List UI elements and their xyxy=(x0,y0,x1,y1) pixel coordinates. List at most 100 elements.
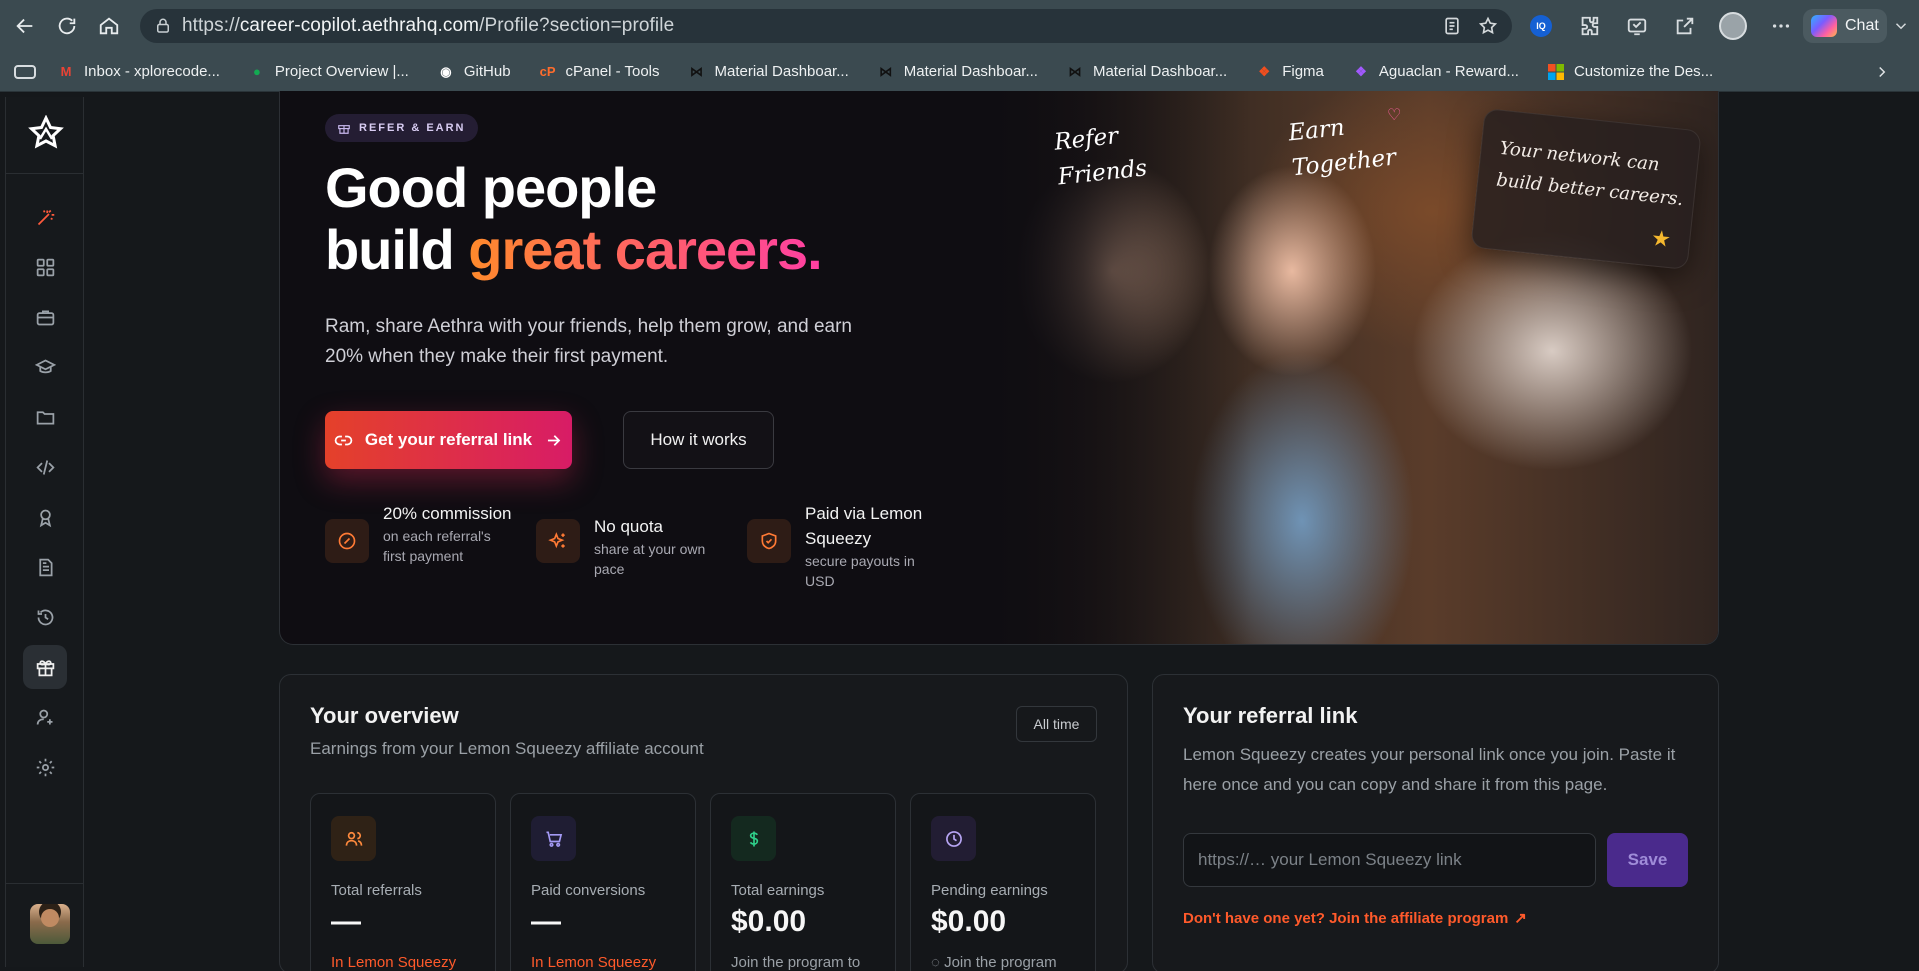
stat-label: Pending earnings xyxy=(931,882,1048,899)
extensions-button[interactable] xyxy=(1572,9,1606,43)
address-bar[interactable]: https://career-copilot.aethrahq.com/Prof… xyxy=(140,9,1512,43)
bookmark-item[interactable]: ❖ Figma xyxy=(1254,63,1324,81)
sidebar-item-certificates[interactable] xyxy=(23,495,67,539)
referral-link-card: Your referral link Lemon Squeezy creates… xyxy=(1152,674,1719,971)
site-info-icon[interactable] xyxy=(154,17,172,35)
favorite-star-icon[interactable] xyxy=(1478,16,1498,36)
refer-hero: Refer Friends Earn Together ♡ Your network… xyxy=(279,91,1719,645)
sidebar-item-resume[interactable] xyxy=(23,545,67,589)
feature-title: 20% commission xyxy=(383,504,512,523)
url-path: /Profile?section=profile xyxy=(479,15,675,36)
aethra-logo-icon[interactable] xyxy=(28,115,64,151)
bookmark-item[interactable]: ◉ GitHub xyxy=(436,63,511,81)
referral-subtitle: Lemon Squeezy creates your personal link… xyxy=(1183,745,1676,794)
extension-button[interactable]: IQ xyxy=(1524,9,1558,43)
history-icon xyxy=(37,609,53,625)
bookmark-item[interactable]: ⋈ Material Dashboar... xyxy=(1065,63,1227,81)
join-affiliate-link[interactable]: Don't have one yet? Join the affiliate p… xyxy=(1183,909,1527,928)
bookmark-item[interactable]: ❖ Aguaclan - Reward... xyxy=(1351,63,1519,81)
referral-link-input[interactable] xyxy=(1198,850,1595,870)
time-range-label: All time xyxy=(1033,716,1080,732)
reload-button[interactable] xyxy=(50,9,84,43)
bookmarks-toggle-icon[interactable] xyxy=(14,64,36,79)
refer-earn-badge: REFER & EARN xyxy=(325,114,478,142)
app-viewport: Refer Friends Earn Together ♡ Your network… xyxy=(0,91,1919,971)
reader-mode-icon[interactable] xyxy=(1442,16,1462,36)
sidebar-item-code[interactable] xyxy=(23,445,67,489)
sidebar-item-account[interactable] xyxy=(23,695,67,739)
badge-label: REFER & EARN xyxy=(359,122,466,134)
feature-desc: secure payouts in USD xyxy=(805,553,915,589)
sidebar-item-history[interactable] xyxy=(23,595,67,639)
heart-icon: ♡ xyxy=(1387,107,1402,124)
time-range-select[interactable]: All time xyxy=(1016,706,1097,742)
chevron-down-icon[interactable] xyxy=(1892,17,1910,35)
sidebar-item-refer[interactable] xyxy=(23,645,67,689)
join-affiliate-label: Don't have one yet? Join the affiliate p… xyxy=(1183,909,1509,927)
document-icon xyxy=(38,558,52,576)
get-referral-link-button[interactable]: Get your referral link xyxy=(325,411,572,469)
bookmark-item[interactable]: M Inbox - xplorecode... xyxy=(56,63,220,81)
url-text[interactable]: https://career-copilot.aethrahq.com/Prof… xyxy=(182,15,674,37)
mongodb-icon: ● xyxy=(252,64,261,79)
stat-note[interactable]: In Lemon Squeezy xyxy=(331,954,456,971)
url-domain: career-copilot.aethrahq.com xyxy=(239,15,480,36)
stat-paid-conversions: Paid conversions — In Lemon Squeezy xyxy=(510,793,696,971)
stat-value: $0.00 xyxy=(931,905,1007,938)
sidebar-item-settings[interactable] xyxy=(23,745,67,789)
microsoft-icon xyxy=(1546,63,1566,81)
bookmark-label: GitHub xyxy=(463,63,511,80)
network-note-card: Your network can build better careers. ★ xyxy=(1470,107,1702,271)
refer-friends-text: Refer Friends xyxy=(1053,117,1149,195)
bookmark-label: Customize the Des... xyxy=(1573,63,1714,80)
stat-value: $0.00 xyxy=(731,905,807,938)
gift-icon xyxy=(36,659,54,676)
url-prefix: https:// xyxy=(182,15,240,36)
sidebar-item-projects[interactable] xyxy=(23,395,67,439)
chevron-right-icon[interactable] xyxy=(1873,63,1891,81)
screenshot-button[interactable] xyxy=(1620,9,1654,43)
sidebar-item-learning[interactable] xyxy=(23,345,67,389)
bookmark-item[interactable]: ● Project Overview |... xyxy=(247,63,409,81)
figma-icon: ❖ xyxy=(1355,63,1367,79)
sidebar-item-dashboard[interactable] xyxy=(23,245,67,289)
stat-note[interactable]: In Lemon Squeezy xyxy=(531,954,656,971)
browser-toolbar: https://career-copilot.aethrahq.com/Prof… xyxy=(0,0,1919,52)
save-button[interactable]: Save xyxy=(1607,833,1688,887)
referral-title: Your referral link xyxy=(1183,703,1358,728)
feature-payouts: Paid via Lemon Squeezy secure payouts in … xyxy=(747,501,947,591)
chat-label: Chat xyxy=(1845,17,1879,34)
reload-icon xyxy=(58,17,76,35)
copilot-chat-button[interactable]: Chat xyxy=(1803,9,1887,43)
title-accent: great careers. xyxy=(468,218,822,281)
share-button[interactable] xyxy=(1668,9,1702,43)
bookmark-item[interactable]: ⋈ Material Dashboar... xyxy=(876,63,1038,81)
how-it-works-button[interactable]: How it works xyxy=(623,411,774,469)
home-button[interactable] xyxy=(92,9,126,43)
back-button[interactable] xyxy=(8,9,42,43)
stat-value: — xyxy=(531,905,561,938)
bookmark-label: Material Dashboar... xyxy=(714,63,849,80)
profile-button[interactable] xyxy=(1716,9,1750,43)
bookmark-item[interactable]: Customize the Des... xyxy=(1546,63,1713,81)
bookmark-item[interactable]: ⋈ Material Dashboar... xyxy=(687,63,849,81)
link-icon xyxy=(334,435,353,445)
bookmark-label: Material Dashboar... xyxy=(1092,63,1228,80)
sidebar-item-ai-tools[interactable] xyxy=(23,195,67,239)
sidebar-item-jobs[interactable] xyxy=(23,295,67,339)
user-avatar[interactable] xyxy=(30,904,70,944)
profile-avatar-icon xyxy=(1719,12,1747,40)
award-icon xyxy=(39,509,51,527)
referral-link-input-wrap[interactable] xyxy=(1183,833,1596,887)
together-word: Together xyxy=(1290,144,1398,181)
stat-label: Paid conversions xyxy=(531,882,646,899)
more-menu-button[interactable] xyxy=(1764,9,1798,43)
arrow-right-icon xyxy=(548,434,561,446)
material-icon: ⋈ xyxy=(690,63,703,79)
bookmark-item[interactable]: cP cPanel - Tools xyxy=(538,63,660,81)
sidebar xyxy=(5,97,84,967)
share-icon xyxy=(1676,17,1694,35)
star-icon: ★ xyxy=(1649,225,1673,253)
hero-title: Good people build great careers. xyxy=(325,157,823,281)
material-icon: ⋈ xyxy=(879,63,893,79)
